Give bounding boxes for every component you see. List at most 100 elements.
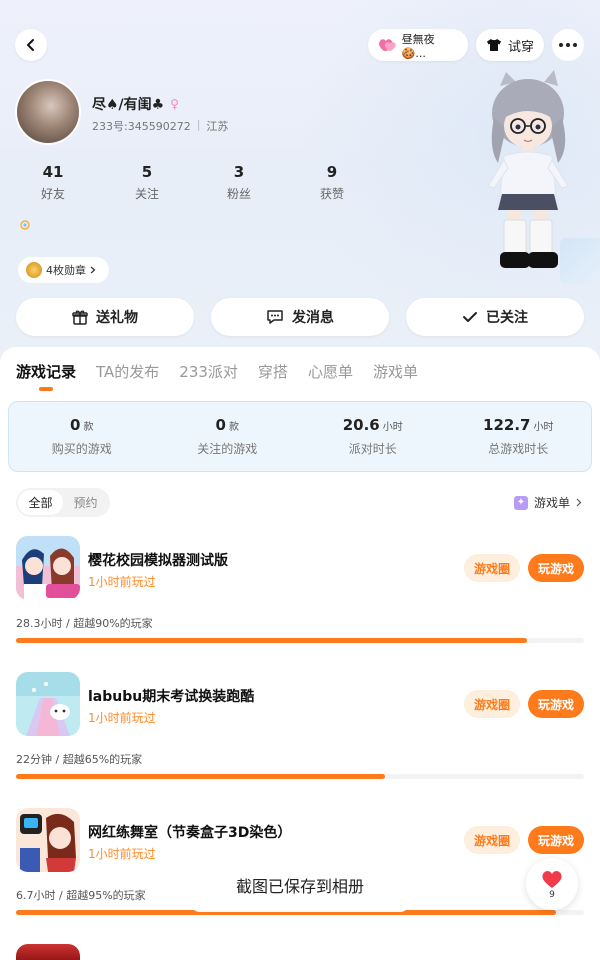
game-icon-partial[interactable] (16, 944, 80, 960)
user-avatar[interactable] (15, 79, 81, 145)
last-played: 1小时前玩过 (88, 575, 156, 589)
game-row[interactable]: 樱花校园模拟器测试版 1小时前玩过 游戏圈 玩游戏 28.3小时 / 超越90%… (0, 536, 600, 656)
status-text: 昼無夜🍪... (401, 32, 435, 60)
game-summary-card: 0款 购买的游戏 0款 关注的游戏 20.6 小时 派对时长 122.7 小时 总游… (8, 401, 592, 472)
back-button[interactable] (15, 29, 47, 61)
play-game-button[interactable]: 玩游戏 (528, 826, 584, 854)
game-name: 网红练舞室（节奏盒子3D染色） (88, 825, 292, 841)
tshirt-icon (487, 39, 501, 51)
game-circle-button[interactable]: 游戏圈 (464, 554, 520, 582)
active-tab-indicator (39, 387, 53, 391)
game-list-link[interactable]: ✦ 游戏单 (513, 494, 582, 511)
summary-purchased[interactable]: 0款 购买的游戏 (9, 402, 155, 471)
game-name: 樱花校园模拟器测试版 (88, 553, 228, 569)
sparkle-icon (17, 219, 33, 235)
stat-value: 5 (141, 163, 153, 181)
divider: | (196, 118, 201, 131)
send-message-button[interactable]: 发消息 (211, 298, 389, 336)
gift-icon (72, 310, 88, 325)
send-message-label: 发消息 (292, 310, 334, 326)
status-pill[interactable]: 昼無夜🍪... (368, 29, 468, 61)
try-on-button[interactable]: 试穿 (476, 29, 544, 61)
tab-party[interactable]: 233派对 (179, 361, 238, 382)
summary-value: 0款 (70, 416, 94, 434)
stat-value: 41 (42, 163, 64, 181)
followed-button[interactable]: 已关注 (406, 298, 584, 336)
stat-label: 获赞 (319, 187, 344, 201)
game-icon-dance-studio[interactable] (16, 808, 80, 872)
double-heart-icon (379, 39, 396, 51)
dot-icon (559, 43, 563, 47)
stat-friends[interactable]: 41 好友 (18, 163, 88, 202)
chat-bubble-icon (267, 310, 283, 324)
stat-label: 好友 (40, 187, 65, 201)
summary-value: 0款 (215, 416, 239, 434)
medal-icon (26, 262, 42, 278)
play-game-button[interactable]: 玩游戏 (528, 554, 584, 582)
game-list-icon: ✦ (513, 495, 528, 510)
last-played: 1小时前玩过 (88, 847, 156, 861)
game-row[interactable]: labubu期末考试换装跑酷 1小时前玩过 游戏圈 玩游戏 22分钟 / 超越6… (0, 672, 600, 792)
game-icon-labubu[interactable] (16, 672, 80, 736)
game-filter-toggle: 全部 预约 (16, 488, 110, 517)
nickname-row: 尽♠/有闺♣ ♀ (92, 94, 179, 114)
game-circle-button[interactable]: 游戏圈 (464, 826, 520, 854)
filter-reserve[interactable]: 预约 (63, 490, 108, 515)
chevron-right-icon (90, 266, 96, 274)
stat-following[interactable]: 5 关注 (112, 163, 182, 202)
summary-value: 122.7 小时 (483, 416, 554, 434)
stat-fans[interactable]: 3 粉丝 (204, 163, 274, 202)
more-options-button[interactable] (552, 29, 584, 61)
chevron-left-icon (27, 39, 34, 51)
followed-label: 已关注 (486, 310, 528, 326)
summary-value: 20.6 小时 (342, 416, 403, 434)
summary-party-time[interactable]: 20.6 小时 派对时长 (300, 402, 446, 471)
send-gift-label: 送礼物 (96, 310, 138, 326)
tab-posts[interactable]: TA的发布 (96, 361, 159, 382)
play-stat: 28.3小时 / 超越90%的玩家 (16, 617, 153, 630)
chevron-right-icon (576, 498, 582, 507)
play-game-button[interactable]: 玩游戏 (528, 690, 584, 718)
dot-icon (566, 43, 570, 47)
user-id-row: 233号:345590272 | 江苏 (92, 118, 228, 134)
summary-label: 派对时长 (348, 442, 397, 456)
user-id: 233号:345590272 (92, 120, 191, 133)
floating-like-button[interactable]: 9 (526, 858, 578, 910)
summary-label: 关注的游戏 (197, 442, 258, 456)
play-stat: 22分钟 / 超越65%的玩家 (16, 753, 143, 766)
stat-value: 9 (326, 163, 338, 181)
screenshot-saved-toast: 截图已保存到相册 (190, 858, 410, 912)
tab-wishlist[interactable]: 心愿单 (308, 361, 353, 382)
summary-total-time[interactable]: 122.7 小时 总游戏时长 (446, 402, 592, 471)
game-circle-button[interactable]: 游戏圈 (464, 690, 520, 718)
play-progress-track (16, 638, 584, 643)
filter-all[interactable]: 全部 (18, 490, 63, 515)
play-progress-fill (16, 638, 528, 643)
heart-icon (542, 870, 562, 888)
game-name: labubu期末考试换装跑酷 (88, 689, 255, 705)
stat-likes[interactable]: 9 获赞 (297, 163, 367, 202)
stat-value: 3 (233, 163, 245, 181)
send-gift-button[interactable]: 送礼物 (16, 298, 194, 336)
dot-icon (573, 43, 577, 47)
play-stat: 6.7小时 / 超越95%的玩家 (16, 889, 146, 902)
game-icon-sakura[interactable] (16, 536, 80, 600)
play-progress-track (16, 774, 584, 779)
nickname: 尽♠/有闺♣ (92, 97, 165, 113)
tab-outfits[interactable]: 穿搭 (258, 361, 288, 382)
female-gender-icon: ♀ (170, 97, 180, 111)
play-progress-fill (16, 774, 386, 779)
tab-game-records[interactable]: 游戏记录 (16, 361, 76, 382)
tab-game-lists[interactable]: 游戏单 (373, 361, 418, 382)
stat-label: 粉丝 (226, 187, 251, 201)
like-count: 9 (549, 889, 555, 900)
decorative-block (560, 238, 600, 284)
last-played: 1小时前玩过 (88, 711, 156, 725)
summary-label: 购买的游戏 (51, 442, 112, 456)
medal-label: 4枚勋章 (46, 264, 86, 277)
summary-followed-games[interactable]: 0款 关注的游戏 (155, 402, 301, 471)
profile-tabs: 游戏记录 TA的发布 233派对 穿搭 心愿单 游戏单 (16, 361, 418, 382)
checkmark-icon (463, 312, 477, 322)
summary-label: 总游戏时长 (488, 442, 549, 456)
medal-button[interactable]: 4枚勋章 (18, 257, 109, 283)
